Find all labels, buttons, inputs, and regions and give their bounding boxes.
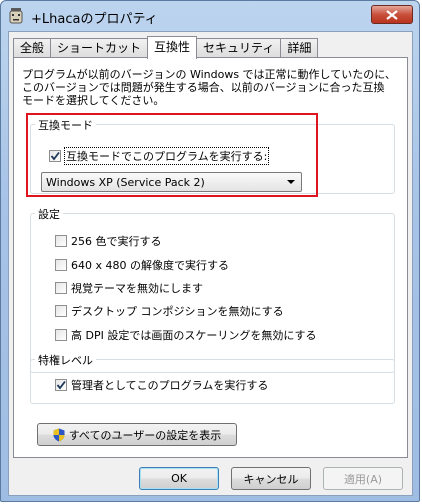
apply-button[interactable]: 適用(A) [323, 467, 403, 490]
compat-mode-selected-value: Windows XP (Service Pack 2) [46, 176, 205, 189]
checkbox-disable-themes[interactable] [55, 282, 67, 294]
uac-shield-icon [53, 428, 65, 441]
tab-security[interactable]: セキュリティ [196, 38, 282, 58]
compat-mode-checkbox-row[interactable]: 互換モードでこのプログラムを実行する: [49, 147, 270, 165]
run-as-admin-label: 管理者としてこのプログラムを実行する [71, 379, 269, 392]
intro-text: プログラムが以前のバージョンの Windows では正常に動作していたのに、 こ… [22, 68, 396, 107]
compatibility-panel: プログラムが以前のバージョンの Windows では正常に動作していたのに、 こ… [13, 57, 408, 458]
tab-compatibility[interactable]: 互換性 [147, 36, 198, 59]
cancel-button[interactable]: キャンセル [231, 467, 311, 490]
checkmark-icon [50, 151, 60, 161]
show-all-users-settings-button[interactable]: すべてのユーザーの設定を表示 [37, 423, 237, 446]
close-icon [386, 10, 398, 20]
tab-strip: 全般 ショートカット 互換性 セキュリティ 詳細 [13, 36, 319, 59]
setting-640x480[interactable]: 640 x 480 の解像度で実行する [55, 257, 229, 273]
app-icon [8, 7, 24, 25]
setting-disable-themes[interactable]: 視覚テーマを無効にします [55, 280, 203, 296]
tab-general[interactable]: 全般 [13, 38, 52, 58]
properties-window: +Lhacaのプロパティ 全般 ショートカット 互換性 セキュリティ 詳細 プロ… [0, 0, 420, 502]
dialog-body: 全般 ショートカット 互換性 セキュリティ 詳細 プログラムが以前のバージョンの… [8, 31, 413, 496]
tab-shortcut[interactable]: ショートカット [50, 38, 149, 58]
checkbox-640x480[interactable] [55, 259, 67, 271]
ok-button[interactable]: OK [139, 467, 219, 490]
setting-label: 256 色で実行する [71, 235, 162, 248]
checkmark-icon [56, 380, 66, 390]
dropdown-arrow-icon [287, 180, 295, 184]
setting-256-colors[interactable]: 256 色で実行する [55, 233, 162, 249]
compat-mode-select[interactable]: Windows XP (Service Pack 2) [41, 172, 302, 192]
checkbox-disable-composition[interactable] [55, 305, 67, 317]
privilege-legend: 特権レベル [35, 352, 96, 368]
setting-disable-composition[interactable]: デスクトップ コンポジションを無効にする [55, 303, 284, 319]
setting-label: 640 x 480 の解像度で実行する [71, 259, 229, 272]
checkbox-disable-dpi-scaling[interactable] [55, 329, 67, 341]
settings-legend: 設定 [35, 206, 63, 222]
setting-label: 高 DPI 設定では画面のスケーリングを無効にする [71, 329, 317, 342]
close-button[interactable] [371, 5, 413, 24]
title-bar[interactable]: +Lhacaのプロパティ [1, 1, 419, 31]
setting-disable-dpi-scaling[interactable]: 高 DPI 設定では画面のスケーリングを無効にする [55, 327, 316, 343]
tab-details[interactable]: 詳細 [280, 38, 319, 58]
compat-mode-checkbox-label: 互換モードでこのプログラムを実行する: [63, 147, 270, 165]
window-title: +Lhacaのプロパティ [31, 12, 158, 27]
show-all-users-settings-label: すべてのユーザーの設定を表示 [68, 428, 222, 442]
compat-mode-checkbox[interactable] [49, 150, 61, 162]
compat-mode-legend: 互換モード [35, 117, 96, 133]
setting-label: 視覚テーマを無効にします [71, 282, 203, 295]
run-as-admin-row[interactable]: 管理者としてこのプログラムを実行する [55, 377, 268, 393]
run-as-admin-checkbox[interactable] [55, 379, 67, 391]
checkbox-256-colors[interactable] [55, 235, 67, 247]
setting-label: デスクトップ コンポジションを無効にする [71, 305, 284, 318]
